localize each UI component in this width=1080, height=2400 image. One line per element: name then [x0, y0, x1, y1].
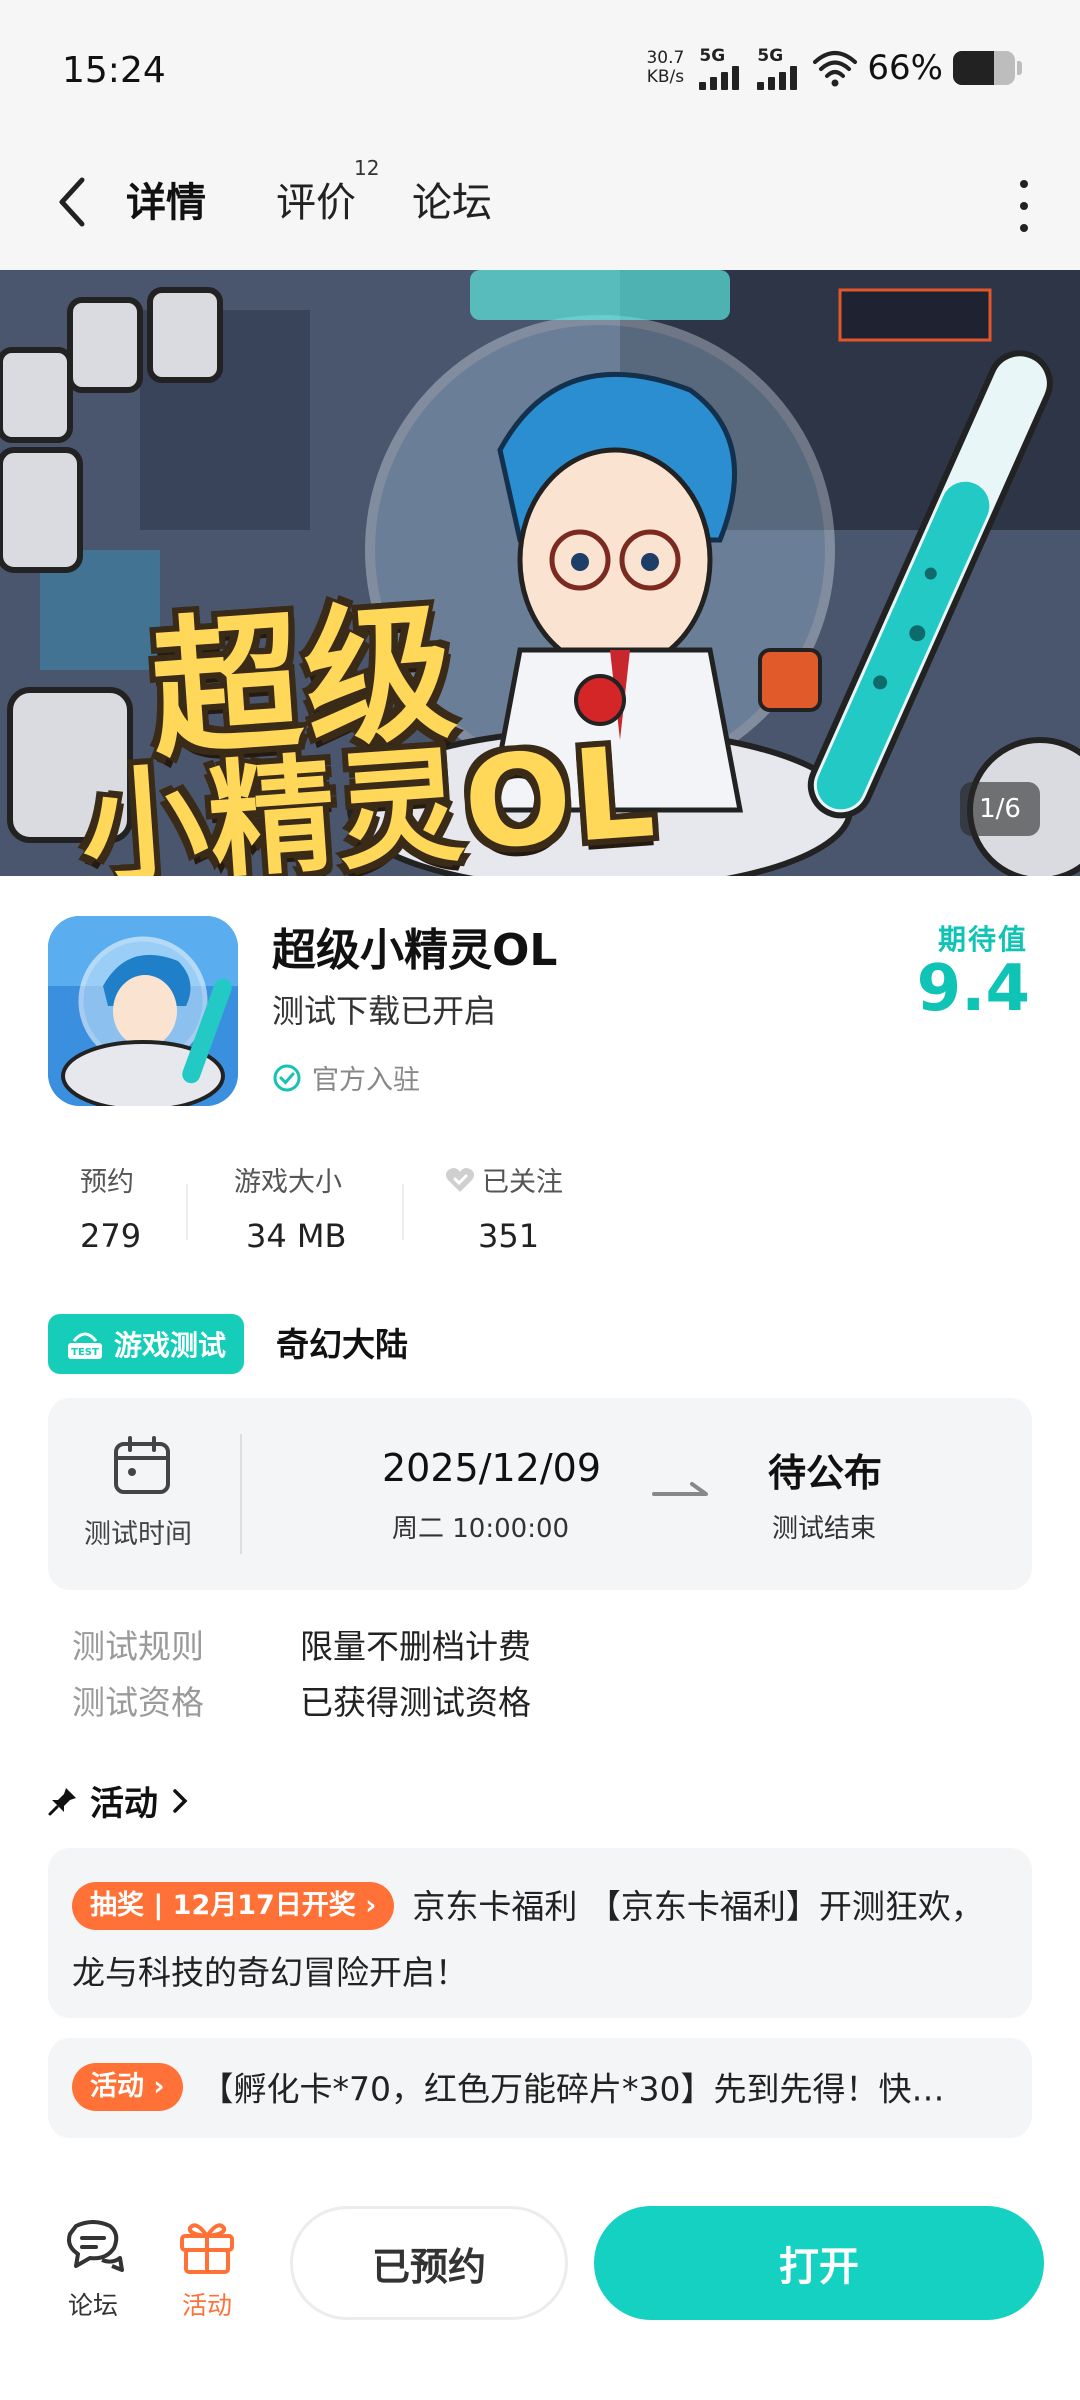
- test-end-value: 待公布: [768, 1451, 883, 1495]
- test-qualification-label: 测试资格: [72, 1683, 204, 1722]
- test-time-label: 测试时间: [84, 1519, 192, 1550]
- back-icon[interactable]: [48, 172, 96, 232]
- wifi-icon: [813, 51, 858, 87]
- stat-divider: [186, 1184, 188, 1240]
- official-label: 官方入驻: [312, 1065, 420, 1096]
- signal-type-label: 5G: [699, 46, 726, 66]
- test-schedule-card: 测试时间 2025/12/09 周二 10:00:00 待公布 测试结束: [48, 1398, 1032, 1590]
- stat-value: 351: [478, 1217, 540, 1255]
- test-end-label: 测试结束: [772, 1514, 877, 1544]
- chevron-right-icon: [173, 1788, 188, 1813]
- tab-forum-label: 论坛: [412, 180, 492, 226]
- arrow-right-icon: [652, 1482, 708, 1496]
- bottom-forum-label: 论坛: [67, 2291, 118, 2320]
- open-game-button[interactable]: 打开: [594, 2206, 1044, 2320]
- card-divider: [240, 1434, 242, 1554]
- test-start-time: 周二 10:00:00: [392, 1514, 570, 1544]
- heart-icon: [445, 1167, 475, 1192]
- official-badge: 官方入驻: [272, 1058, 420, 1097]
- app-icon: [48, 916, 238, 1106]
- status-icons: 30.7 KB/s 5G 5G 66%: [643, 46, 1022, 90]
- tab-details-label: 详情: [126, 180, 206, 226]
- activity-badge-label: 抽奖 | 12月17日开奖: [90, 1889, 356, 1921]
- activity-badge-lottery: 抽奖 | 12月17日开奖 ›: [72, 1881, 395, 1930]
- expect-score: 9.4: [916, 952, 1030, 1026]
- test-qualification-row: 测试资格 已获得测试资格: [72, 1676, 531, 1724]
- activity-item-lottery[interactable]: 抽奖 | 12月17日开奖 › 京东卡福利 【京东卡福利】开测狂欢，龙与科技的奇幻…: [48, 1848, 1032, 2018]
- stat-label: 预约: [80, 1167, 134, 1198]
- tab-reviews[interactable]: 评价 12: [276, 156, 379, 228]
- bottom-activity-label: 活动: [181, 2291, 232, 2320]
- stat-label: 游戏大小: [234, 1167, 342, 1198]
- stat-reservations: 预约 279: [80, 1160, 141, 1255]
- test-qualification-value: 已获得测试资格: [300, 1683, 531, 1722]
- tab-reviews-label: 评价: [276, 180, 356, 226]
- test-name: 奇幻大陆: [276, 1325, 408, 1364]
- gift-icon: [180, 2223, 234, 2274]
- test-rule-row: 测试规则 限量不删档计费: [72, 1620, 531, 1668]
- banner-page-counter: 1/6: [960, 782, 1040, 836]
- calendar-icon: [114, 1436, 170, 1494]
- test-icon-text: TEST: [71, 1347, 99, 1358]
- verified-icon: [273, 1064, 301, 1091]
- bottom-activity-button[interactable]: 活动: [174, 2216, 240, 2322]
- status-bar: 15:24 30.7 KB/s 5G 5G 66%: [0, 0, 1080, 140]
- test-start-date: 2025/12/09: [382, 1446, 602, 1490]
- stat-followers[interactable]: 已关注 351: [444, 1160, 563, 1255]
- signal-type-label: 5G: [757, 46, 784, 66]
- test-rule-label: 测试规则: [72, 1627, 204, 1666]
- activity-item-event[interactable]: 活动 › 【孵化卡*70，红色万能碎片*30】先到先得！快…: [48, 2038, 1032, 2138]
- signal-icon: 5G: [697, 46, 745, 90]
- activity-item-text: 【孵化卡*70，红色万能碎片*30】先到先得！快…: [200, 2069, 945, 2109]
- stat-game-size: 游戏大小 34 MB: [234, 1160, 346, 1255]
- more-options-icon[interactable]: [1014, 180, 1034, 232]
- network-speed: 30.7 KB/s: [643, 49, 687, 87]
- battery-percent: 66%: [867, 48, 943, 88]
- activity-header-label: 活动: [90, 1784, 158, 1824]
- game-test-tag: TEST 游戏测试: [48, 1314, 245, 1374]
- bottom-forum-button[interactable]: 论坛: [60, 2220, 126, 2322]
- activity-badge-label: 活动: [90, 2070, 144, 2102]
- test-icon: TEST: [68, 1332, 102, 1359]
- network-speed-value: 30.7: [646, 48, 685, 68]
- tab-forum[interactable]: 论坛: [412, 170, 492, 228]
- network-speed-unit: KB/s: [646, 67, 685, 87]
- test-rule-value: 限量不删档计费: [300, 1627, 531, 1666]
- bottom-action-bar: 论坛 活动 已预约 打开: [0, 2180, 1080, 2400]
- stat-label: 已关注: [482, 1167, 563, 1198]
- status-time: 15:24: [62, 50, 166, 91]
- top-nav: 详情 评价 12 论坛: [0, 140, 1080, 270]
- tab-details[interactable]: 详情: [122, 170, 210, 228]
- forum-chat-icon: [67, 2220, 124, 2272]
- pin-icon: [48, 1787, 76, 1815]
- app-subtitle: 测试下载已开启: [272, 992, 497, 1030]
- app-name: 超级小精灵OL: [272, 925, 558, 976]
- activity-section-header[interactable]: 活动: [48, 1776, 190, 1825]
- banner-carousel[interactable]: 超级 小精灵OL 1/6: [0, 270, 1080, 876]
- stat-divider: [402, 1184, 404, 1240]
- battery-icon: [953, 51, 1015, 85]
- reserved-button[interactable]: 已预约: [290, 2206, 568, 2320]
- stat-value: 279: [80, 1217, 142, 1255]
- signal-icon: 5G: [755, 46, 803, 90]
- game-test-label: 游戏测试: [114, 1329, 227, 1362]
- activity-badge-event: 活动 ›: [72, 2062, 183, 2111]
- reviews-count: 12: [354, 156, 380, 180]
- stat-value: 34 MB: [246, 1217, 347, 1255]
